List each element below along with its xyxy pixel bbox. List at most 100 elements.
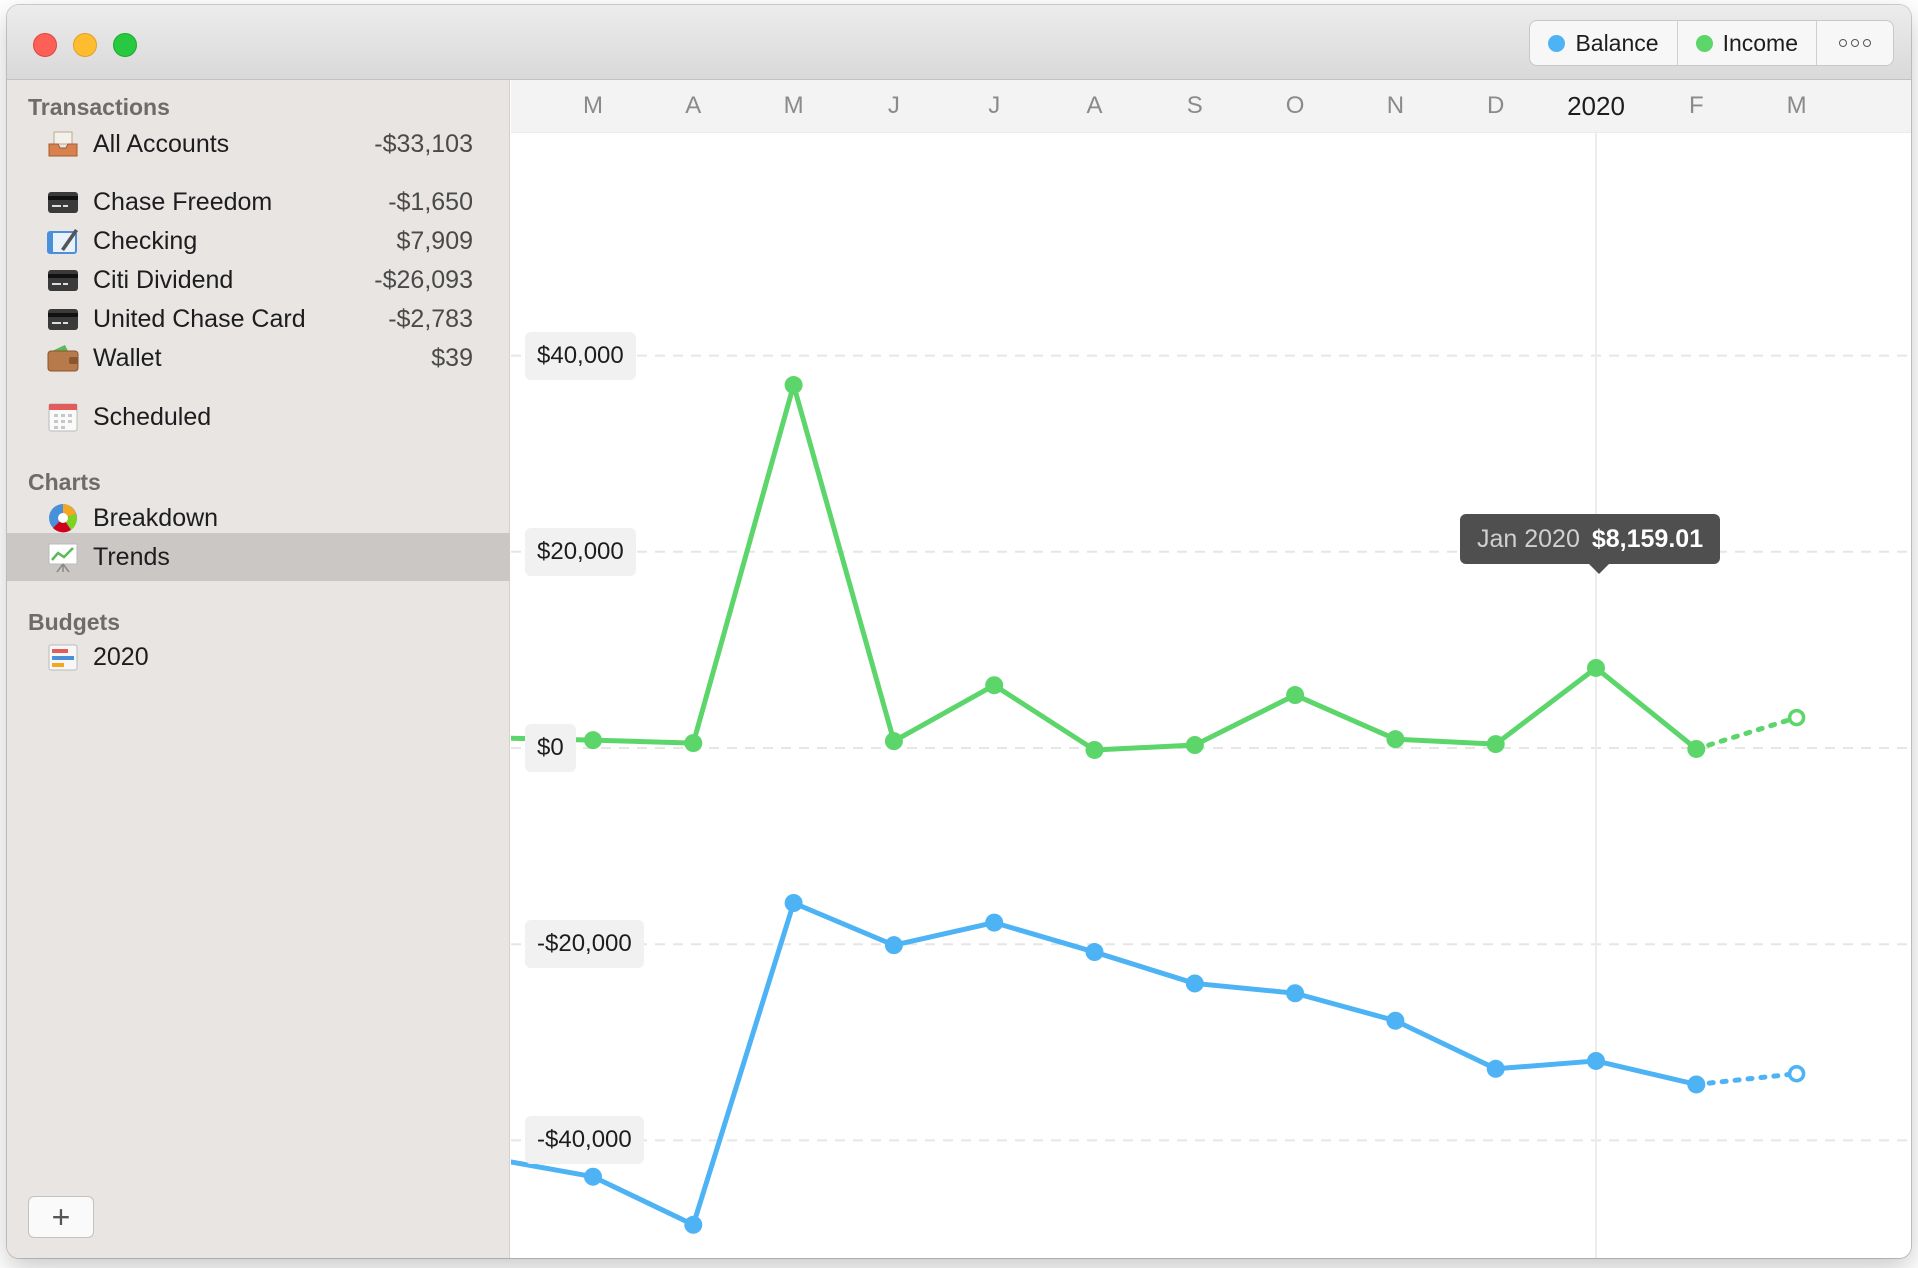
data-point-income (1386, 730, 1405, 749)
close-window-button[interactable] (33, 33, 57, 57)
data-point-income (985, 676, 1004, 695)
series-projection-balance (1693, 1071, 1800, 1087)
credit-card-icon (47, 264, 79, 296)
more-options-button[interactable] (1817, 21, 1893, 65)
account-balance: -$2,783 (388, 304, 473, 333)
income-toggle-button[interactable]: Income (1678, 21, 1817, 65)
sidebar-item-label: Chase Freedom (93, 187, 273, 216)
sidebar-item-label: Wallet (93, 343, 162, 372)
y-axis-label: -$20,000 (525, 920, 644, 969)
minimize-window-button[interactable] (73, 33, 97, 57)
data-point-balance (884, 936, 903, 955)
y-axis-label: $20,000 (525, 527, 636, 576)
month-label: N (1386, 92, 1405, 119)
sidebar-item-trends[interactable]: Trends (7, 533, 510, 581)
sidebar-item-label: Citi Dividend (93, 265, 234, 294)
data-point-income (784, 376, 803, 395)
trends-chart-area: M A M J J A S O N D 2020 F M $40,000 $20,000 $0 -$20,00… (511, 80, 1911, 1258)
month-axis: M A M J J A S O N D 2020 F M (511, 80, 1911, 133)
series-projection-income (1693, 715, 1800, 752)
data-point-balance (1787, 1064, 1806, 1083)
data-point-balance (784, 893, 803, 912)
data-point-income (884, 732, 903, 751)
account-balance: -$33,103 (374, 129, 473, 158)
data-point-balance (1286, 984, 1305, 1003)
sidebar-item-label: Trends (93, 542, 170, 571)
data-point-balance (1587, 1051, 1605, 1070)
sidebar-item-all-accounts[interactable]: All Accounts -$33,103 (7, 120, 510, 168)
data-point-balance (684, 1215, 703, 1234)
account-balance: -$26,093 (374, 265, 473, 294)
month-label: 2020 (1567, 91, 1625, 121)
data-point-balance (1085, 943, 1104, 962)
y-axis-label: -$40,000 (525, 1116, 644, 1165)
balance-toggle-button[interactable]: Balance (1530, 21, 1678, 65)
month-label: O (1285, 92, 1305, 119)
tooltip-pointer (1589, 564, 1609, 574)
title-bar: Balance Income (7, 5, 1911, 80)
account-balance: $7,909 (396, 226, 473, 255)
data-point-income (1687, 739, 1706, 758)
account-balance: -$1,650 (388, 187, 473, 216)
budget-bars-icon (47, 641, 79, 673)
data-point-balance (1687, 1075, 1706, 1094)
data-point-balance (985, 913, 1004, 932)
pie-chart-icon (47, 502, 79, 534)
data-point-income (1286, 686, 1305, 705)
month-label: J (887, 92, 900, 119)
sidebar-item-label: Scheduled (93, 402, 212, 431)
balance-dot-icon (1548, 34, 1566, 52)
income-toggle-label: Income (1722, 29, 1798, 56)
credit-card-icon (47, 186, 79, 218)
account-balance: $39 (431, 343, 473, 372)
value-tooltip: Jan 2020 $8,159.01 (1460, 514, 1721, 564)
tooltip-date: Jan 2020 (1477, 524, 1580, 553)
series-line-balance (511, 900, 1699, 1228)
trend-chart-icon (47, 541, 79, 573)
data-point-income (1185, 736, 1204, 755)
ellipsis-icon (1835, 39, 1875, 47)
sidebar-item-label: 2020 (93, 642, 149, 671)
series-toggle-group: Balance Income (1529, 20, 1894, 66)
month-label: M (783, 92, 804, 119)
data-point-balance (584, 1167, 602, 1186)
sidebar-item-wallet[interactable]: Wallet $39 (7, 334, 510, 382)
series-line-income (511, 382, 1699, 753)
y-axis-label: $40,000 (525, 331, 636, 380)
checkbook-icon (47, 225, 79, 257)
month-label: F (1688, 92, 1704, 119)
sidebar-item-label: Breakdown (93, 503, 219, 532)
sidebar-item-scheduled[interactable]: Scheduled (7, 393, 510, 441)
data-point-balance (1486, 1059, 1505, 1078)
calendar-icon (47, 401, 79, 433)
sidebar-item-budget-2020[interactable]: 2020 (7, 633, 510, 681)
balance-toggle-label: Balance (1575, 29, 1659, 56)
data-point-income (1787, 708, 1806, 727)
month-label: J (988, 92, 1001, 119)
month-label: D (1487, 92, 1505, 119)
trends-chart (511, 133, 1911, 1258)
data-point-income (1085, 740, 1104, 759)
income-dot-icon (1695, 34, 1713, 52)
zoom-window-button[interactable] (113, 33, 137, 57)
inbox-tray-icon (47, 128, 79, 160)
budgets-section-header: Budgets (28, 609, 120, 635)
data-point-income (584, 731, 602, 750)
wallet-icon (47, 342, 79, 374)
data-point-balance (1185, 974, 1204, 993)
sidebar-item-label: United Chase Card (93, 304, 306, 333)
month-label: M (1786, 92, 1807, 119)
month-label: M (583, 92, 603, 119)
month-label: A (685, 92, 702, 119)
credit-card-icon (47, 303, 79, 335)
data-point-income (1486, 735, 1505, 754)
data-point-income (684, 734, 703, 753)
sidebar-item-label: All Accounts (93, 129, 230, 158)
charts-section-header: Charts (28, 469, 101, 495)
add-button[interactable]: + (28, 1196, 94, 1238)
sidebar: Transactions All Accounts -$33,103 Chase… (7, 80, 510, 1258)
sidebar-item-label: Checking (93, 226, 198, 255)
app-window: Balance Income Transactions All Accounts… (7, 5, 1911, 1258)
transactions-section-header: Transactions (28, 94, 170, 120)
month-label: S (1186, 92, 1203, 119)
